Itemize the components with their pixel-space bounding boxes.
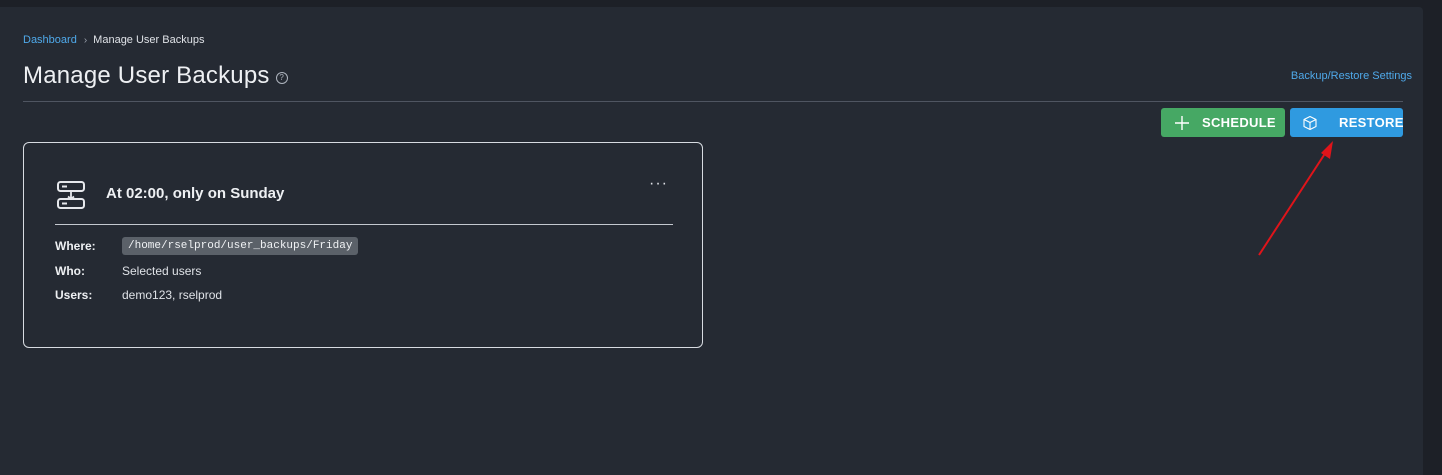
page-header: Manage User Backups ? xyxy=(23,62,288,90)
backup-schedule-title: At 02:00, only on Sunday xyxy=(106,185,285,202)
restore-button[interactable]: RESTORE xyxy=(1290,108,1403,137)
card-more-options-icon[interactable]: ··· xyxy=(649,176,668,192)
server-download-icon xyxy=(55,179,87,211)
detail-row-users: Users: demo123, rselprod xyxy=(55,288,222,302)
card-divider xyxy=(55,224,673,225)
question-circle-icon[interactable]: ? xyxy=(275,71,288,84)
plus-icon xyxy=(1173,114,1191,132)
box-icon xyxy=(1302,114,1318,132)
breadcrumb-dashboard-link[interactable]: Dashboard xyxy=(23,34,77,46)
backup-schedule-card: At 02:00, only on Sunday ··· Where: /hom… xyxy=(23,142,703,348)
who-value: Selected users xyxy=(122,264,202,278)
title-divider xyxy=(23,101,1403,102)
who-label: Who: xyxy=(55,264,85,278)
where-label: Where: xyxy=(55,239,96,253)
breadcrumb: Dashboard › Manage User Backups xyxy=(23,34,204,46)
backup-path-badge: /home/rselprod/user_backups/Friday xyxy=(122,237,359,255)
users-value: demo123, rselprod xyxy=(122,288,223,302)
restore-button-label: RESTORE xyxy=(1339,115,1404,130)
backup-restore-settings-link[interactable]: Backup/Restore Settings xyxy=(1291,70,1412,82)
users-label: Users: xyxy=(55,288,93,302)
schedule-button[interactable]: SCHEDULE xyxy=(1161,108,1285,137)
schedule-button-label: SCHEDULE xyxy=(1202,115,1276,130)
breadcrumb-current: Manage User Backups xyxy=(93,34,205,46)
page-title: Manage User Backups xyxy=(23,62,270,89)
detail-row-who: Who: Selected users xyxy=(55,264,201,278)
breadcrumb-separator: › xyxy=(83,34,88,46)
detail-row-where: Where: /home/rselprod/user_backups/Frida… xyxy=(55,237,359,255)
